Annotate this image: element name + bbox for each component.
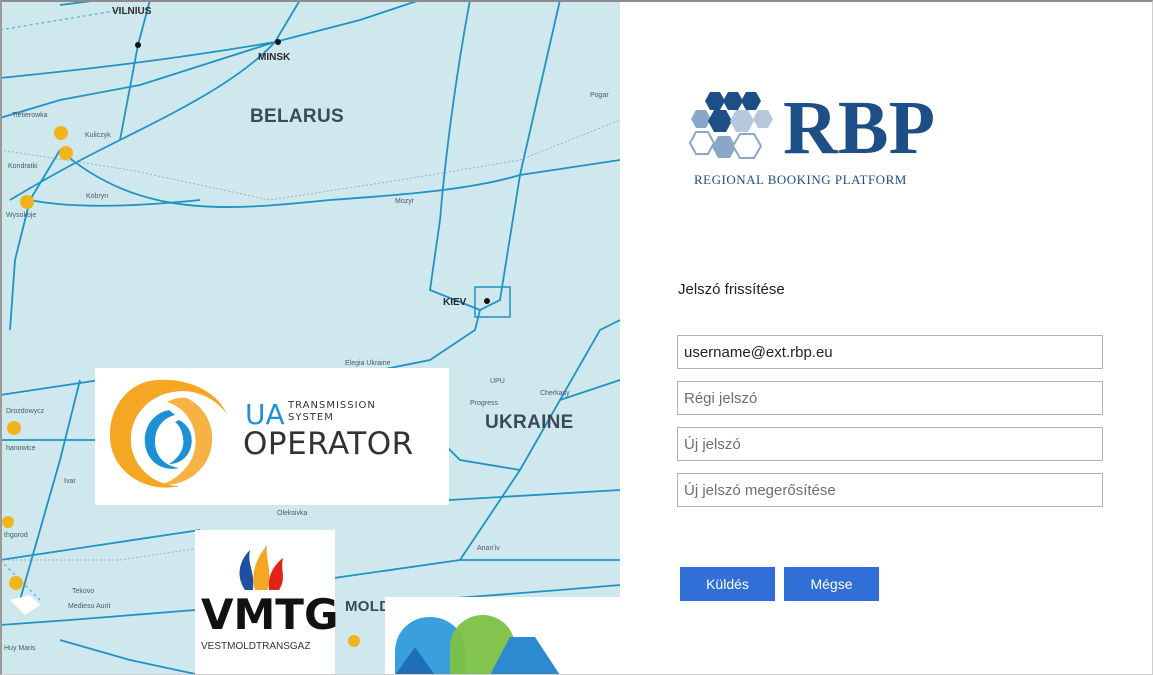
map-city-label: KIEV xyxy=(443,297,467,308)
map-place-label: Huy Maris xyxy=(4,645,36,652)
rbp-logo: RBP REGIONAL BOOKING PLATFORM xyxy=(688,88,948,198)
map-place-label: Mediesu Aurit xyxy=(68,603,111,610)
uatso-system-text: SYSTEM xyxy=(288,412,334,423)
vmtg-name: VMTG xyxy=(201,590,339,639)
username-field[interactable] xyxy=(677,335,1103,369)
map-country-label: MOLD xyxy=(345,598,391,615)
rbp-subtitle: REGIONAL BOOKING PLATFORM xyxy=(694,172,907,187)
map-place-label: Drozdowycz xyxy=(6,408,45,415)
map-place-label: Mozyr xyxy=(395,198,415,205)
submit-button[interactable]: Küldés xyxy=(680,567,775,601)
form-title: Jelszó frissítése xyxy=(678,281,785,298)
vmtg-subtitle: VESTMOLDTRANSGAZ xyxy=(201,641,311,652)
map-place-label: Ivar xyxy=(64,478,76,485)
map-city-label: VILNIUS xyxy=(112,6,152,17)
map-city-label: MINSK xyxy=(258,52,291,63)
rbp-name: RBP xyxy=(783,86,935,170)
map-place-label: Oleksivka xyxy=(277,510,308,517)
map-place-label: Kondratki xyxy=(8,163,38,170)
cancel-button[interactable]: Mégse xyxy=(784,567,879,601)
map-place-label: Cherkasy xyxy=(540,390,570,397)
old-password-field[interactable] xyxy=(677,381,1103,415)
map-place-label: hanowice xyxy=(6,445,36,452)
uatso-operator-text: OPERATOR xyxy=(243,426,414,462)
partner-logo-mark xyxy=(395,615,560,675)
map-place-label: thgorod xyxy=(4,532,28,539)
hexagon-cluster-icon xyxy=(688,92,773,159)
map-place-label: Wysokoje xyxy=(6,212,37,219)
map-place-label: Anan'iv xyxy=(477,545,500,552)
map-place-label: Tekovo xyxy=(72,588,95,595)
map-country-label: UKRAINE xyxy=(485,412,574,433)
partner-logo xyxy=(385,597,620,675)
map-place-label: Progress xyxy=(470,400,499,407)
confirm-password-field[interactable] xyxy=(677,473,1103,507)
map-place-label: Pogar xyxy=(590,92,609,99)
new-password-field[interactable] xyxy=(677,427,1103,461)
vmtg-logo: VMTG VESTMOLDTRANSGAZ xyxy=(195,530,339,675)
map-place-label: Tietierowka xyxy=(12,112,48,119)
map-place-label: UPU xyxy=(490,378,505,385)
map-place-label: Kobryn xyxy=(86,193,109,200)
uatso-logo: UA TRANSMISSION SYSTEM OPERATOR xyxy=(95,368,449,505)
map-background: VILNIUS MINSK KIEV BELARUS UKRAINE MOLD … xyxy=(0,0,620,675)
map-place-label: Elegia Ukraine xyxy=(345,360,391,367)
map-country-label: BELARUS xyxy=(250,106,344,127)
uatso-transmission-text: TRANSMISSION xyxy=(288,400,376,411)
map-place-label: Kuliczyk xyxy=(85,132,111,139)
